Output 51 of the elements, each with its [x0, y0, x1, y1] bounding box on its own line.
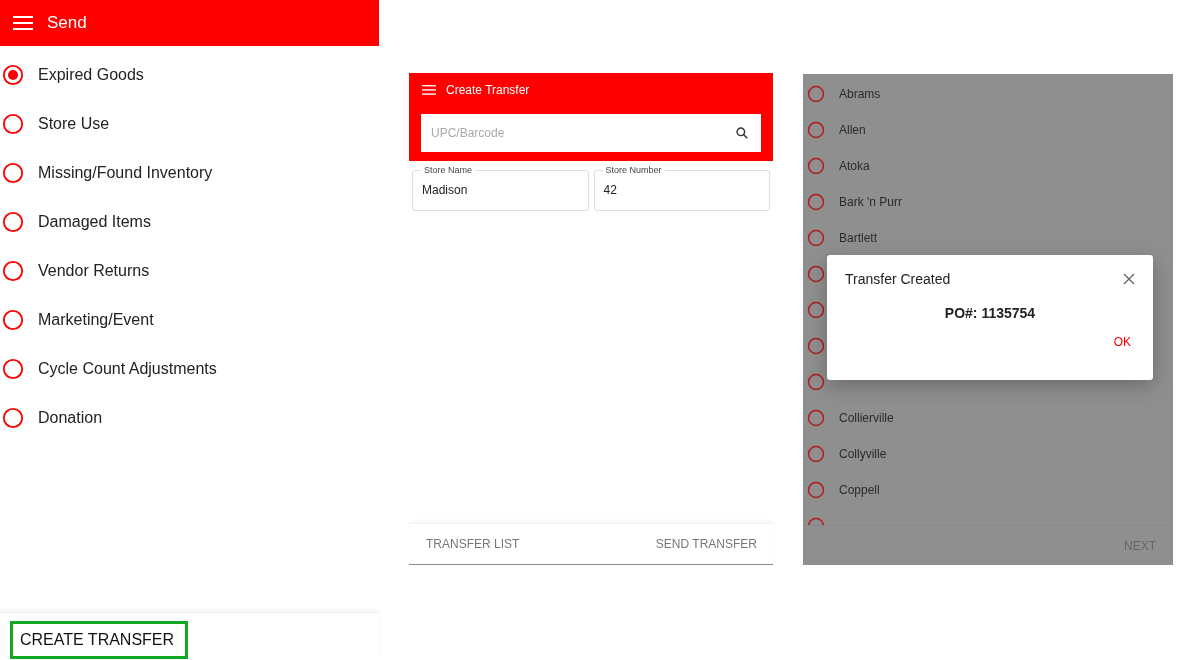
- radio-checked-icon[interactable]: [2, 63, 24, 86]
- radio-icon[interactable]: [2, 406, 24, 429]
- menu-icon[interactable]: [13, 16, 33, 30]
- search-icon[interactable]: [735, 126, 749, 140]
- radio-icon[interactable]: [2, 357, 24, 380]
- option-label[interactable]: Cycle Count Adjustments: [38, 359, 217, 378]
- radio-icon[interactable]: [807, 85, 825, 103]
- radio-icon[interactable]: [807, 121, 825, 139]
- radio-icon[interactable]: [2, 259, 24, 282]
- create-transfer-button[interactable]: CREATE TRANSFER: [10, 621, 188, 659]
- app-title: Create Transfer: [446, 83, 530, 97]
- store-label[interactable]: Coppell: [839, 483, 880, 497]
- store-label[interactable]: Collyville: [839, 447, 887, 461]
- app-title: Send: [47, 13, 87, 33]
- radio-icon[interactable]: [2, 112, 24, 135]
- ok-button[interactable]: OK: [1109, 335, 1135, 349]
- store-label[interactable]: Collierville: [839, 411, 894, 425]
- radio-icon[interactable]: [807, 409, 825, 427]
- store-label[interactable]: Bartlett: [839, 231, 877, 245]
- option-label[interactable]: Store Use: [38, 114, 110, 133]
- option-label[interactable]: Damaged Items: [38, 212, 151, 231]
- option-label[interactable]: Marketing/Event: [38, 310, 154, 329]
- radio-icon[interactable]: [807, 157, 825, 175]
- radio-icon[interactable]: [807, 193, 825, 211]
- transfer-list-button[interactable]: TRANSFER LIST: [426, 537, 520, 551]
- search-field[interactable]: UPC/Barcode: [421, 114, 761, 152]
- dialog-title: Transfer Created: [845, 271, 951, 287]
- option-label[interactable]: Vendor Returns: [38, 261, 150, 280]
- radio-icon[interactable]: [2, 308, 24, 331]
- field-label: Store Number: [602, 165, 665, 175]
- radio-icon[interactable]: [807, 373, 825, 391]
- radio-icon[interactable]: [807, 481, 825, 499]
- option-label[interactable]: Expired Goods: [38, 65, 144, 84]
- store-label[interactable]: Atoka: [839, 159, 870, 173]
- send-transfer-button[interactable]: SEND TRANSFER: [655, 537, 757, 551]
- option-label[interactable]: Missing/Found Inventory: [38, 163, 213, 182]
- store-label[interactable]: Allen: [839, 123, 866, 137]
- radio-icon[interactable]: [807, 229, 825, 247]
- store-label[interactable]: Bark 'n Purr: [839, 195, 902, 209]
- radio-icon[interactable]: [807, 265, 825, 283]
- field-label: Store Name: [421, 165, 476, 175]
- radio-icon[interactable]: [807, 337, 825, 355]
- close-icon[interactable]: [1123, 273, 1135, 285]
- dialog-message: PO#: 1135754: [943, 305, 1037, 321]
- option-label[interactable]: Donation: [38, 408, 103, 427]
- menu-icon[interactable]: [422, 85, 436, 95]
- store-label[interactable]: Abrams: [839, 87, 881, 101]
- radio-icon[interactable]: [2, 161, 24, 184]
- radio-icon[interactable]: [807, 301, 825, 319]
- radio-icon[interactable]: [2, 210, 24, 233]
- radio-icon[interactable]: [807, 445, 825, 463]
